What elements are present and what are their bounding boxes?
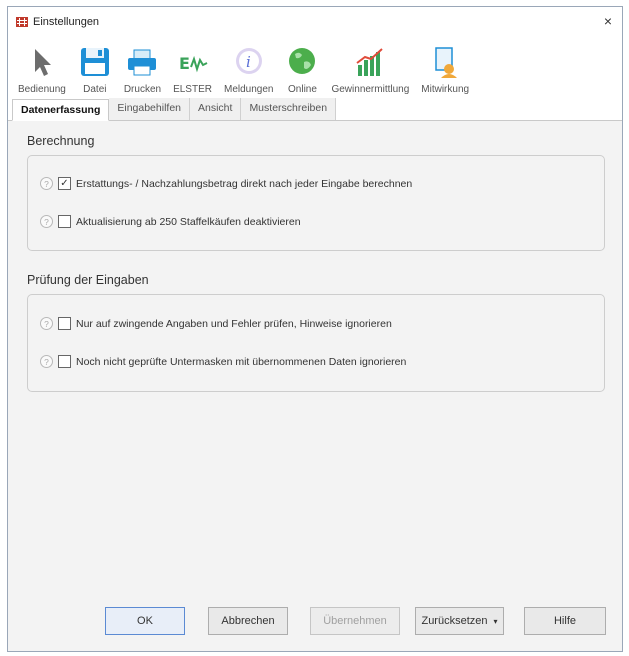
checkbox-untermasken[interactable] — [58, 355, 71, 368]
settings-window: Einstellungen × Bedienung Datei Drucken … — [7, 6, 623, 652]
section-title-berechnung: Berechnung — [27, 134, 95, 148]
toolbar-item-datei[interactable]: Datei — [72, 39, 118, 97]
close-icon[interactable]: × — [604, 13, 612, 29]
checkbox-aktualisierung[interactable] — [58, 215, 71, 228]
tab-content: Berechnung ? ✓ Erstattungs- / Nachzahlun… — [8, 121, 622, 601]
option-label: Noch nicht geprüfte Untermasken mit über… — [76, 355, 407, 368]
checkbox-berechnen[interactable]: ✓ — [58, 177, 71, 190]
apply-button[interactable]: Übernehmen — [310, 607, 400, 635]
toolbar-item-gewinnermittlung[interactable]: Gewinnermittlung — [325, 39, 415, 97]
toolbar-item-bedienung[interactable]: Bedienung — [12, 39, 72, 97]
toolbar-label: Mitwirkung — [421, 84, 470, 95]
window-title: Einstellungen — [33, 16, 100, 28]
title-bar: Einstellungen × — [8, 7, 622, 37]
help-button[interactable]: Hilfe — [524, 607, 606, 635]
toolbar-label: Meldungen — [223, 84, 274, 95]
help-icon[interactable]: ? — [40, 355, 53, 368]
cursor-icon — [34, 49, 51, 76]
svg-text:i: i — [246, 53, 251, 71]
tab-eingabehilfen[interactable]: Eingabehilfen — [109, 98, 190, 120]
user-document-icon — [435, 47, 458, 78]
tab-musterschreiben[interactable]: Musterschreiben — [241, 98, 337, 120]
option-label: Aktualisierung ab 250 Staffelkäufen deak… — [76, 215, 301, 228]
tab-datenerfassung[interactable]: Datenerfassung — [12, 99, 110, 121]
option-untermasken[interactable]: ? Noch nicht geprüfte Untermasken mit üb… — [40, 355, 406, 368]
toolbar-label: Datei — [83, 84, 107, 95]
toolbar-label: Bedienung — [18, 84, 66, 95]
option-aktualisierung[interactable]: ? Aktualisierung ab 250 Staffelkäufen de… — [40, 215, 301, 228]
reset-button-label: Zurücksetzen — [421, 615, 488, 627]
toolbar-item-online[interactable]: Online — [279, 39, 325, 97]
option-berechnen[interactable]: ? ✓ Erstattungs- / Nachzahlungsbetrag di… — [40, 177, 412, 190]
toolbar-label: Gewinnermittlung — [331, 84, 410, 95]
chevron-down-icon: ▾ — [493, 616, 498, 626]
toolbar-item-drucken[interactable]: Drucken — [118, 39, 167, 97]
reset-button[interactable]: Zurücksetzen ▾ — [415, 607, 504, 635]
toolbar-label: ELSTER — [173, 84, 212, 95]
cancel-button[interactable]: Abbrechen — [208, 607, 288, 635]
tab-ansicht[interactable]: Ansicht — [190, 98, 242, 120]
checkbox-zwingende-angaben[interactable] — [58, 317, 71, 330]
option-label: Nur auf zwingende Angaben und Fehler prü… — [76, 317, 392, 330]
help-icon[interactable]: ? — [40, 215, 53, 228]
printer-icon — [128, 49, 157, 76]
help-icon[interactable]: ? — [40, 317, 53, 330]
group-berechnung — [27, 155, 605, 251]
option-zwingende-angaben[interactable]: ? Nur auf zwingende Angaben und Fehler p… — [40, 317, 392, 330]
toolbar-label: Drucken — [123, 84, 162, 95]
elster-icon: E — [179, 54, 207, 73]
tab-bar: Datenerfassung Eingabehilfen Ansicht Mus… — [8, 97, 622, 121]
option-label: Erstattungs- / Nachzahlungsbetrag direkt… — [76, 177, 413, 190]
svg-text:E: E — [179, 54, 190, 73]
toolbar-item-mitwirkung[interactable]: Mitwirkung — [415, 39, 475, 97]
dialog-button-bar: OK Abbrechen Übernehmen Zurücksetzen ▾ H… — [8, 595, 622, 651]
app-icon — [16, 17, 28, 27]
settings-toolbar: Bedienung Datei Drucken E ELSTER i Meldu… — [8, 37, 622, 97]
save-icon — [80, 48, 109, 76]
globe-icon — [289, 48, 316, 74]
info-icon: i — [235, 48, 262, 74]
toolbar-label: Online — [288, 84, 317, 95]
chart-icon — [356, 48, 384, 76]
section-title-pruefung: Prüfung der Eingaben — [27, 273, 149, 287]
group-pruefung — [27, 294, 605, 392]
ok-button[interactable]: OK — [105, 607, 185, 635]
toolbar-item-meldungen[interactable]: i Meldungen — [218, 39, 279, 97]
toolbar-item-elster[interactable]: E ELSTER — [167, 39, 218, 97]
help-icon[interactable]: ? — [40, 177, 53, 190]
